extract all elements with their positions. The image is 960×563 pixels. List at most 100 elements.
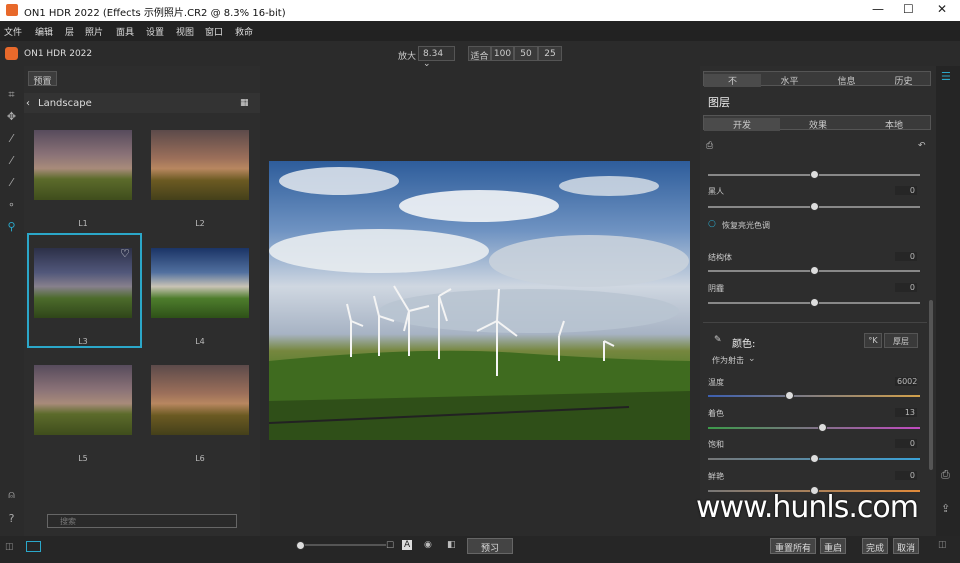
minimize-button[interactable]: — <box>872 2 884 16</box>
panel-toggle-icon[interactable]: ◫ <box>5 542 14 552</box>
zoom-tool-icon[interactable]: ⚲ <box>5 220 18 233</box>
preset-label: L6 <box>195 454 205 463</box>
export-icon[interactable]: ⎙ <box>706 141 713 151</box>
menu-file[interactable]: 文件 <box>4 25 22 38</box>
slider-label-temperature: 温度 <box>708 378 724 387</box>
menu-view[interactable]: 视图 <box>176 25 194 38</box>
slider-knob[interactable] <box>810 170 819 179</box>
mask-brush-icon[interactable]: ⁄ <box>5 154 18 167</box>
zoom-slider[interactable] <box>296 544 386 546</box>
compare-icon[interactable]: ☐ <box>386 541 394 551</box>
preset-thumb-l4[interactable] <box>151 248 249 318</box>
slider-knob-saturation[interactable] <box>810 454 819 463</box>
maximize-button[interactable]: ☐ <box>903 2 914 16</box>
before-after-icon[interactable]: ◧ <box>447 540 456 550</box>
slider-value-vibrance[interactable]: 0 <box>895 471 917 480</box>
zoom-select[interactable]: 8.34 ⌄ <box>418 46 455 69</box>
sidebar-toggle-icon[interactable]: ◫ <box>938 540 947 550</box>
tab-navigator[interactable]: 水平 <box>761 74 818 87</box>
reset-button[interactable]: 重启 <box>820 538 846 554</box>
share-icon[interactable]: ⇪ <box>941 502 950 515</box>
slider-value-structure[interactable]: 0 <box>895 252 917 261</box>
grid-view-icon[interactable]: ▦ <box>240 98 249 108</box>
white-balance-mode[interactable]: 作为射击 <box>712 355 744 366</box>
undo-icon[interactable]: ↶ <box>918 141 926 151</box>
slider-knob-blacks[interactable] <box>810 202 819 211</box>
radio-icon[interactable]: ○ <box>708 219 716 229</box>
people-icon[interactable]: ⍝ <box>5 488 18 501</box>
color-section-title: 颜色: <box>732 339 756 350</box>
zoom-50-button[interactable]: 50 <box>514 46 538 61</box>
done-button[interactable]: 完成 <box>862 538 888 554</box>
crop-icon[interactable]: ⌗ <box>5 88 18 101</box>
zoom-25-button[interactable]: 25 <box>538 46 562 61</box>
menu-window[interactable]: 窗口 <box>205 25 223 38</box>
brush-icon[interactable]: ⁄ <box>5 132 18 145</box>
zoom-slider-knob[interactable] <box>296 541 305 550</box>
eyedropper-icon[interactable]: ✎ <box>714 335 722 345</box>
tab-layers[interactable]: 不 <box>704 74 761 87</box>
preset-search-input[interactable]: 搜索 <box>47 514 237 528</box>
retouch-icon[interactable]: ⁄ <box>5 176 18 189</box>
slider-track-tint[interactable] <box>708 427 920 429</box>
slider-knob-haze[interactable] <box>810 298 819 307</box>
cancel-button[interactable]: 取消 <box>893 538 919 554</box>
tab-local[interactable]: 本地 <box>856 118 932 131</box>
help-icon[interactable]: ? <box>5 512 18 525</box>
kelvin-button[interactable]: °K <box>864 333 882 348</box>
menu-mask[interactable]: 面具 <box>116 25 134 38</box>
mask-view-icon[interactable]: ◉ <box>424 540 432 550</box>
adjustments-icon[interactable]: ☰ <box>941 70 951 83</box>
slider-track-temperature[interactable] <box>708 395 920 397</box>
preset-thumb-l2[interactable] <box>151 130 249 200</box>
preset-thumb-l5[interactable] <box>34 365 132 435</box>
move-icon[interactable]: ✥ <box>5 110 18 123</box>
category-breadcrumb[interactable]: Landscape <box>38 98 92 109</box>
slider-knob-structure[interactable] <box>810 266 819 275</box>
layers-heading: 图层 <box>708 96 730 109</box>
menu-settings[interactable]: 设置 <box>146 25 164 38</box>
slider-knob-tint[interactable] <box>818 423 827 432</box>
right-tool-strip: ☰ ⎙ ⇪ <box>936 66 960 536</box>
zoom-fit-button[interactable]: 适合 <box>468 46 491 62</box>
photo-preview[interactable] <box>269 161 690 440</box>
slider-label-blacks: 黑人 <box>708 187 724 196</box>
favorite-heart-icon[interactable]: ♡ <box>120 247 130 260</box>
slider-knob-temperature[interactable] <box>785 391 794 400</box>
on1-logo-icon <box>5 47 18 60</box>
preset-thumb-l6[interactable] <box>151 365 249 435</box>
tab-history[interactable]: 历史 <box>875 74 932 87</box>
slider-value-haze[interactable]: 0 <box>895 283 917 292</box>
preview-button[interactable]: 预习 <box>467 538 513 554</box>
back-chevron-icon[interactable]: ‹ <box>26 98 30 109</box>
clone-icon[interactable]: ∘ <box>5 198 18 211</box>
color-preset-button[interactable]: 厚层 <box>884 333 918 348</box>
slider-value-saturation[interactable]: 0 <box>895 439 917 448</box>
slider-value-blacks[interactable]: 0 <box>895 186 917 195</box>
slider-value-temperature[interactable]: 6002 <box>895 377 917 386</box>
tab-develop[interactable]: 开发 <box>704 118 780 131</box>
tab-effects[interactable]: 效果 <box>780 118 856 131</box>
menu-layer[interactable]: 层 <box>65 25 74 38</box>
menu-edit[interactable]: 编辑 <box>35 25 53 38</box>
text-overlay-icon[interactable]: A <box>402 540 413 550</box>
watermark-text: www.hunls.com <box>696 490 919 525</box>
zoom-value: 8.34 <box>423 49 444 59</box>
print-icon[interactable]: ⎙ <box>941 468 950 482</box>
menu-help[interactable]: 救命 <box>235 25 253 38</box>
slider-label-haze: 阴霾 <box>708 284 724 293</box>
zoom-100-button[interactable]: 100 <box>491 46 514 61</box>
tab-info[interactable]: 信息 <box>818 74 875 87</box>
window-title: ON1 HDR 2022 (Effects 示例照片.CR2 @ 8.3% 16… <box>24 8 286 19</box>
slider-value-tint[interactable]: 13 <box>895 408 917 417</box>
menu-photo[interactable]: 照片 <box>85 25 103 38</box>
panel-scrollbar[interactable] <box>929 300 933 470</box>
reset-all-button[interactable]: 重置所有 <box>770 538 816 554</box>
divider <box>703 322 927 323</box>
close-button[interactable]: ✕ <box>937 2 947 16</box>
preset-label: L4 <box>195 337 205 346</box>
wind-farm-image <box>269 167 690 440</box>
filmstrip-toggle-icon[interactable] <box>26 541 41 552</box>
preset-thumb-l1[interactable] <box>34 130 132 200</box>
presets-tab[interactable]: 预置 <box>28 71 57 87</box>
